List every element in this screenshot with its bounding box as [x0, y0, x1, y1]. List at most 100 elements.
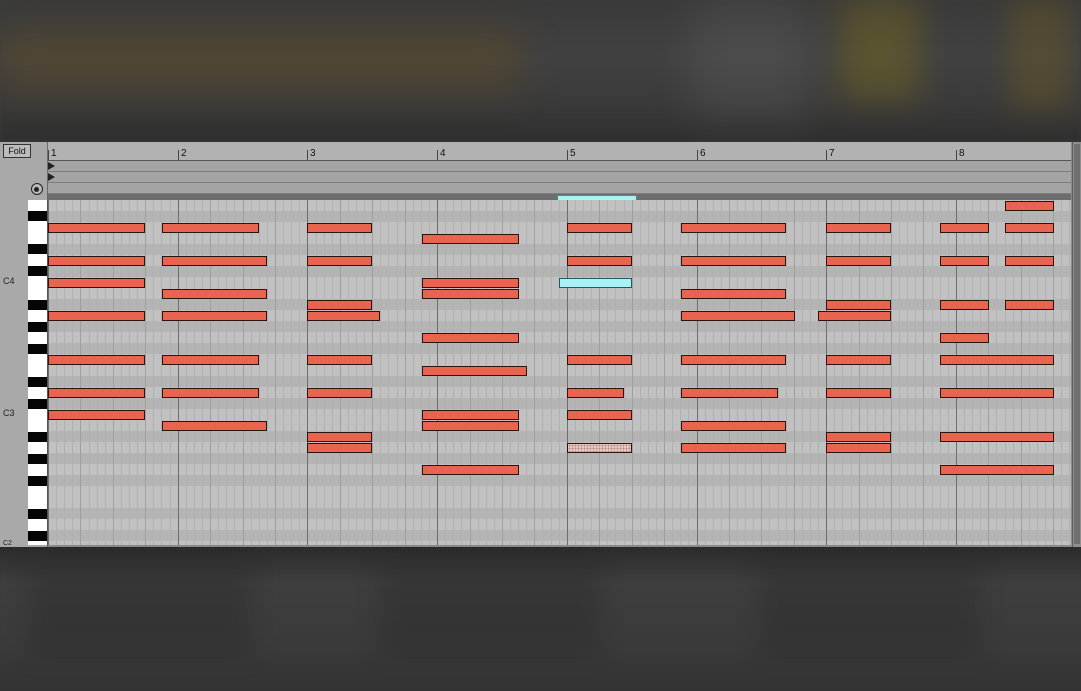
grid-line	[664, 200, 665, 545]
midi-note[interactable]	[940, 432, 1054, 442]
midi-note[interactable]	[681, 256, 786, 266]
midi-note[interactable]	[681, 388, 778, 398]
black-key[interactable]	[28, 476, 47, 486]
midi-note[interactable]	[48, 278, 145, 288]
midi-note[interactable]	[48, 223, 145, 233]
black-key[interactable]	[28, 399, 47, 409]
scrollbar-thumb[interactable]	[1074, 144, 1080, 544]
black-key[interactable]	[28, 344, 47, 354]
midi-note[interactable]	[422, 465, 519, 475]
black-key[interactable]	[28, 509, 47, 519]
midi-note[interactable]	[307, 223, 372, 233]
midi-note[interactable]	[48, 410, 145, 420]
midi-note[interactable]	[940, 465, 1054, 475]
midi-note[interactable]	[422, 366, 527, 376]
midi-note[interactable]	[567, 355, 632, 365]
midi-note[interactable]	[681, 223, 786, 233]
grid-line	[851, 200, 852, 545]
expand-lane-2[interactable]	[48, 172, 1071, 183]
midi-note[interactable]	[681, 289, 786, 299]
midi-note[interactable]	[307, 300, 372, 310]
midi-note[interactable]	[422, 289, 519, 299]
grid-line	[388, 200, 389, 545]
midi-note[interactable]	[162, 388, 259, 398]
midi-note[interactable]	[48, 388, 145, 398]
midi-note[interactable]	[422, 410, 519, 420]
grid-line	[567, 200, 568, 545]
midi-note[interactable]	[681, 443, 786, 453]
midi-note[interactable]	[162, 223, 259, 233]
black-key[interactable]	[28, 531, 47, 541]
midi-note[interactable]	[1005, 256, 1054, 266]
midi-note[interactable]	[307, 432, 372, 442]
midi-note[interactable]	[162, 311, 267, 321]
midi-note[interactable]	[307, 388, 372, 398]
midi-note[interactable]	[818, 311, 891, 321]
midi-note[interactable]	[940, 333, 989, 343]
black-key[interactable]	[28, 211, 47, 221]
vertical-scrollbar[interactable]	[1072, 142, 1081, 547]
note-grid[interactable]	[48, 200, 1071, 545]
midi-note[interactable]	[1005, 223, 1054, 233]
grid-line	[1053, 200, 1054, 545]
bar-number: 8	[959, 148, 965, 159]
midi-note[interactable]	[940, 256, 989, 266]
black-key[interactable]	[28, 322, 47, 332]
midi-note[interactable]	[940, 223, 989, 233]
midi-note[interactable]	[422, 278, 519, 288]
midi-note[interactable]	[567, 388, 624, 398]
piano-keyboard[interactable]	[28, 200, 48, 545]
midi-note[interactable]	[162, 256, 267, 266]
selected-midi-note[interactable]	[559, 278, 632, 288]
triangle-right-icon[interactable]	[48, 162, 55, 170]
midi-note[interactable]	[826, 443, 891, 453]
fold-button[interactable]: Fold	[3, 144, 31, 158]
midi-note[interactable]	[681, 421, 786, 431]
midi-note[interactable]	[422, 333, 519, 343]
black-key[interactable]	[28, 244, 47, 254]
midi-note[interactable]	[567, 256, 632, 266]
midi-note[interactable]	[162, 355, 259, 365]
black-key[interactable]	[28, 432, 47, 442]
midi-note[interactable]	[940, 355, 1054, 365]
midi-note[interactable]	[681, 355, 786, 365]
midi-note[interactable]	[1005, 201, 1054, 211]
midi-note[interactable]	[307, 256, 372, 266]
midi-note[interactable]	[567, 223, 632, 233]
midi-note[interactable]	[940, 388, 1054, 398]
midi-note[interactable]	[681, 311, 795, 321]
expand-lane-1[interactable]	[48, 161, 1071, 172]
midi-note[interactable]	[940, 300, 989, 310]
midi-note[interactable]	[826, 223, 891, 233]
midi-note[interactable]	[307, 443, 372, 453]
muted-midi-note[interactable]	[567, 443, 632, 453]
midi-note[interactable]	[422, 421, 519, 431]
midi-note[interactable]	[307, 355, 372, 365]
midi-note[interactable]	[48, 311, 145, 321]
midi-note[interactable]	[307, 311, 380, 321]
midi-note[interactable]	[162, 421, 267, 431]
midi-note[interactable]	[48, 256, 145, 266]
grid-line	[1037, 200, 1038, 545]
midi-note[interactable]	[826, 432, 891, 442]
midi-note[interactable]	[567, 410, 632, 420]
midi-note[interactable]	[422, 234, 519, 244]
grid-line	[80, 200, 81, 545]
midi-note[interactable]	[826, 355, 891, 365]
headphones-icon[interactable]	[31, 183, 43, 195]
midi-note[interactable]	[1005, 300, 1054, 310]
midi-note[interactable]	[826, 300, 891, 310]
black-key[interactable]	[28, 300, 47, 310]
grid-line	[397, 200, 398, 545]
black-key[interactable]	[28, 377, 47, 387]
black-key[interactable]	[28, 454, 47, 464]
midi-note[interactable]	[162, 289, 267, 299]
triangle-right-icon[interactable]	[48, 173, 55, 181]
midi-note[interactable]	[826, 256, 891, 266]
black-key[interactable]	[28, 266, 47, 276]
midi-note[interactable]	[826, 388, 891, 398]
bar-ruler[interactable]: 1 2 3 4 5 6 7 8	[48, 142, 1071, 161]
bar-tick	[48, 150, 49, 160]
midi-note[interactable]	[48, 355, 145, 365]
grid-line	[161, 200, 162, 545]
